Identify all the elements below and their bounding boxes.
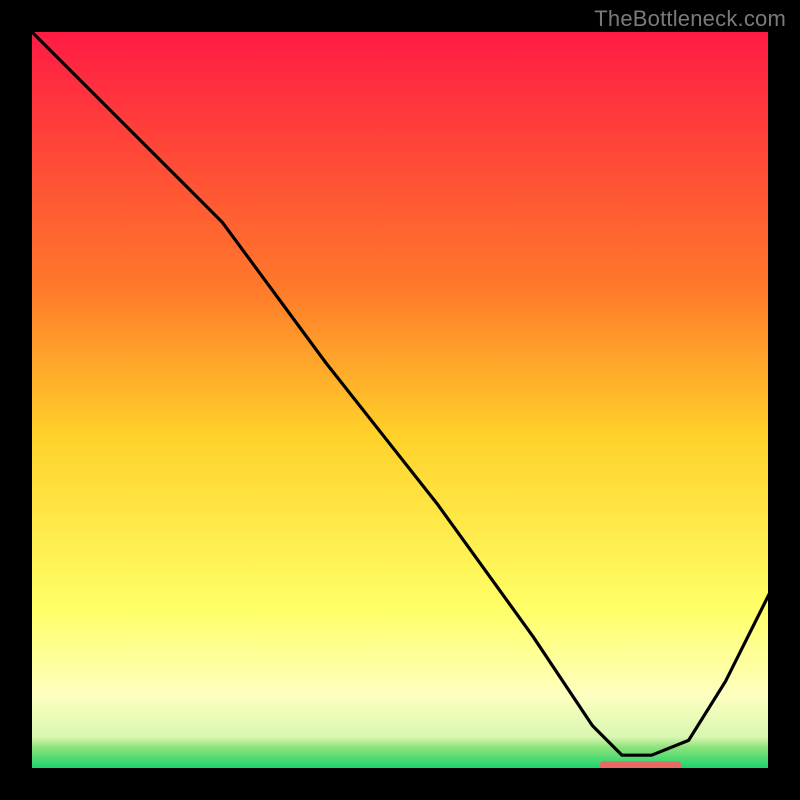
chart-container: TheBottleneck.com: [0, 0, 800, 800]
bottleneck-chart: [0, 0, 800, 800]
watermark-text: TheBottleneck.com: [594, 6, 786, 32]
